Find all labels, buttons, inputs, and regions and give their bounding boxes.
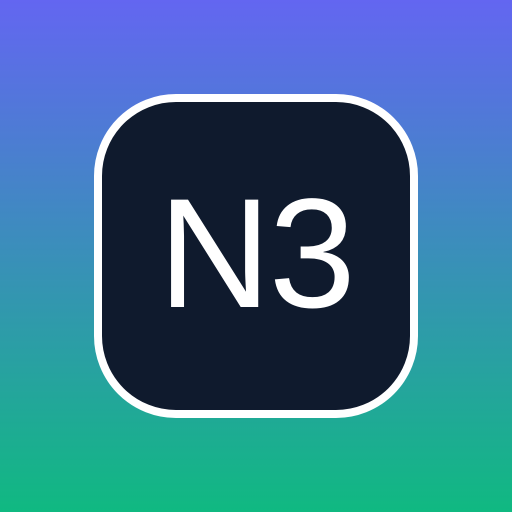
app-icon-badge: N3 <box>94 94 418 418</box>
app-icon-canvas: N3 <box>0 0 512 512</box>
app-icon-label: N3 <box>158 167 355 341</box>
